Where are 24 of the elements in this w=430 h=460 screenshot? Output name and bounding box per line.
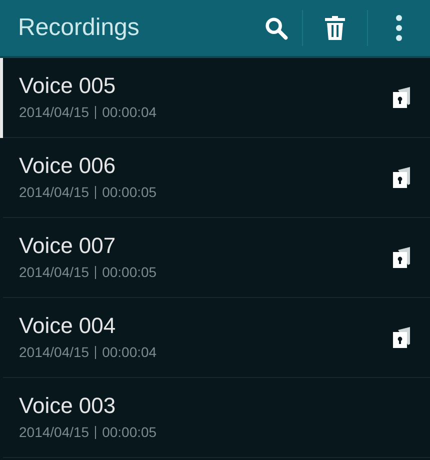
recording-item[interactable]: Voice 006 2014/04/15 00:00:05	[3, 138, 430, 218]
recording-name: Voice 006	[19, 152, 117, 180]
recording-date: 2014/04/15	[19, 103, 90, 122]
more-icon	[395, 14, 403, 42]
search-icon	[263, 15, 289, 41]
recording-item[interactable]: Voice 005 2014/04/15 00:00:04	[3, 58, 430, 138]
recording-date: 2014/04/15	[19, 343, 90, 362]
recording-duration: 00:00:05	[102, 423, 157, 442]
recording-name: Voice 004	[19, 312, 117, 340]
recording-name: Voice 003	[19, 392, 117, 420]
recording-item[interactable]: Voice 004 2014/04/15 00:00:04	[3, 298, 430, 378]
trash-icon	[323, 15, 347, 41]
recording-item[interactable]: Voice 007 2014/04/15 00:00:05	[3, 218, 430, 298]
recording-item[interactable]: Voice 003 2014/04/15 00:00:05	[3, 378, 430, 458]
recording-name: Voice 007	[19, 232, 117, 260]
recording-name: Voice 005	[19, 72, 117, 100]
recording-duration: 00:00:04	[102, 343, 157, 362]
recording-date: 2014/04/15	[19, 183, 90, 202]
recording-date: 2014/04/15	[19, 423, 90, 442]
recording-duration: 00:00:04	[102, 103, 157, 122]
app-title: Recordings	[18, 13, 140, 43]
recording-date: 2014/04/15	[19, 263, 90, 282]
recording-duration: 00:00:05	[102, 263, 157, 282]
recording-duration: 00:00:05	[102, 183, 157, 202]
